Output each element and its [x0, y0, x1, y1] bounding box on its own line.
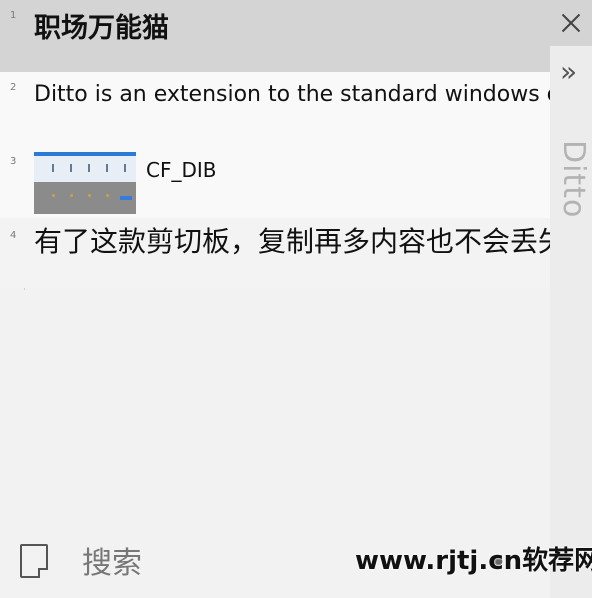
note-icon[interactable] [20, 544, 48, 578]
app-title: Ditto [556, 140, 591, 219]
watermark-text: www.rjtj.cn软荐网 [355, 546, 592, 576]
clip-format-label: CF_DIB [146, 158, 217, 182]
clip-image-thumbnail [34, 152, 136, 214]
clip-text: 有了这款剪切板，复制再多内容也不会丢失 [34, 225, 550, 258]
side-panel: » Ditto [550, 0, 592, 598]
clip-row-image[interactable]: 3 CF_DIB [0, 146, 550, 218]
clip-row-selected[interactable]: 1 职场万能猫 [0, 0, 550, 72]
double-chevron-right-icon[interactable]: » [560, 58, 577, 86]
clip-text: 职场万能猫 [34, 13, 169, 44]
close-icon[interactable] [558, 10, 584, 36]
search-input[interactable] [80, 540, 384, 586]
clip-text: Ditto is an extension to the standard wi… [34, 82, 550, 107]
clip-index: 1 [10, 10, 17, 21]
clip-list: 1 职场万能猫 2 Ditto is an extension to the s… [0, 0, 550, 598]
clip-index: 3 [10, 156, 17, 167]
clip-index: 2 [10, 82, 17, 93]
clip-row[interactable]: 4 有了这款剪切板，复制再多内容也不会丢失 [0, 218, 550, 288]
clip-row[interactable]: 2 Ditto is an extension to the standard … [0, 72, 550, 146]
bottom-toolbar: • • www.rjtj.cn软荐网 [0, 530, 592, 598]
clip-index: 4 [10, 230, 17, 241]
